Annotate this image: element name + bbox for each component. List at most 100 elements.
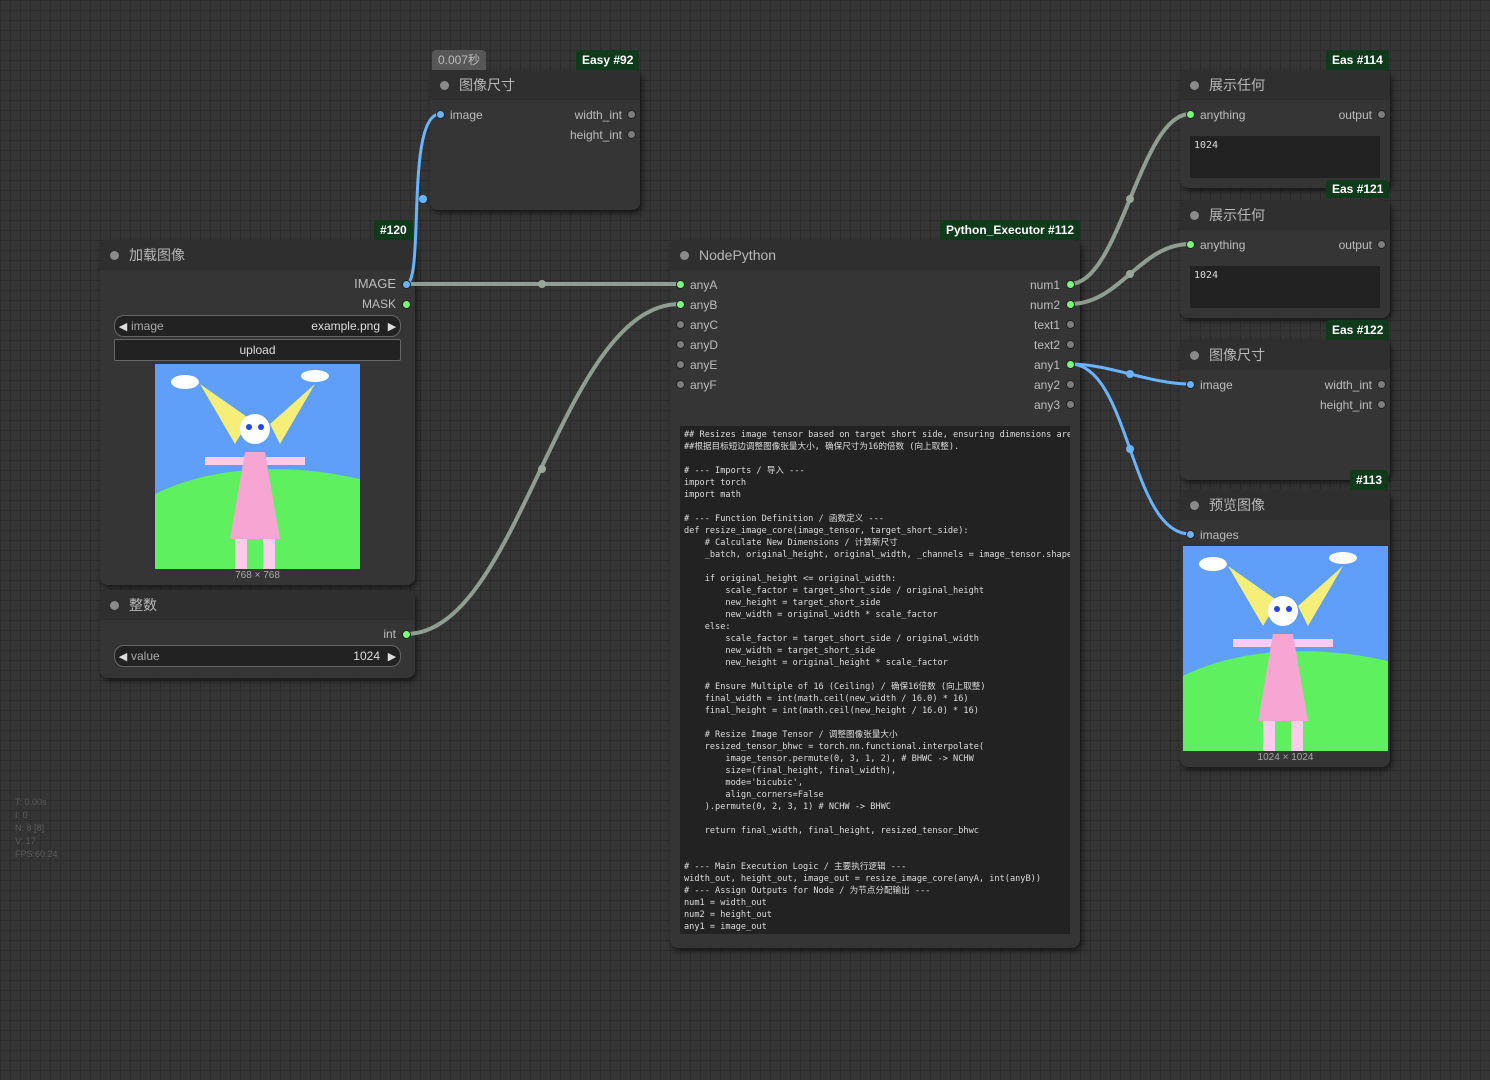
image-combo-widget[interactable]: ◀ image example.png ▶ [114, 315, 401, 337]
input-image-label: image [450, 108, 483, 122]
output-slot-dot[interactable] [402, 300, 411, 309]
stat-i: I: 0 [15, 810, 28, 820]
output-slot-dot[interactable] [1066, 340, 1075, 349]
output-slot-dot[interactable] [402, 630, 411, 639]
output-num1-label: num1 [1029, 278, 1060, 292]
node-title[interactable]: 加载图像 [100, 240, 415, 270]
output-slot-dot[interactable] [1377, 110, 1386, 119]
input-images-label: images [1200, 528, 1239, 542]
output-label: output [1338, 108, 1372, 122]
node-title[interactable]: 整数 [100, 590, 415, 620]
output-slot-dot[interactable] [1066, 400, 1075, 409]
node-title[interactable]: 展示任何 [1180, 200, 1390, 230]
output-slot-dot[interactable] [1066, 280, 1075, 289]
collapse-dot[interactable] [1190, 500, 1199, 510]
node-badge-113: #113 [1350, 470, 1389, 490]
display-text-area[interactable]: 1024 [1190, 136, 1380, 178]
stat-fps: FPS:60.24 [15, 849, 58, 859]
wire-any1-to-preview113 [1069, 362, 1191, 536]
output-width-label: width_int [574, 108, 622, 122]
input-slot-dot[interactable] [436, 110, 445, 119]
stat-time: T: 0.00s [15, 797, 47, 807]
output-any3-label: any3 [1033, 398, 1060, 412]
output-slot-dot[interactable] [627, 110, 636, 119]
preview-size-caption: 1024 × 1024 [1257, 752, 1314, 763]
arrow-right-icon[interactable]: ▶ [384, 650, 400, 663]
output-slot-dot[interactable] [1066, 320, 1075, 329]
output-width-label: width_int [1324, 378, 1372, 392]
input-slot-dot[interactable] [1186, 530, 1195, 539]
input-slot-dot[interactable] [1186, 110, 1195, 119]
collapse-dot[interactable] [110, 250, 119, 260]
input-slot-dot[interactable] [676, 320, 685, 329]
collapse-dot[interactable] [1190, 80, 1199, 90]
output-int-label: int [383, 627, 396, 641]
node-title[interactable]: 展示任何 [1180, 70, 1390, 100]
input-slot-dot[interactable] [676, 340, 685, 349]
wire-num2-to-show121 [1069, 242, 1191, 306]
output-mask-label: MASK [361, 297, 396, 311]
stat-v: V: 17 [15, 836, 36, 846]
output-any2-label: any2 [1033, 378, 1060, 392]
input-slot-dot[interactable] [676, 300, 685, 309]
node-title[interactable]: NodePython [670, 240, 1080, 270]
value-number-widget[interactable]: ◀ value 1024 ▶ [114, 645, 401, 667]
wire-num1-to-show114 [1069, 112, 1191, 286]
collapse-dot[interactable] [680, 250, 689, 260]
arrow-left-icon[interactable]: ◀ [115, 650, 131, 663]
input-anyB-label: anyB [690, 298, 718, 312]
input-anything-label: anything [1200, 238, 1246, 252]
node-title[interactable]: 图像尺寸 [1180, 340, 1390, 370]
collapse-dot[interactable] [1190, 350, 1199, 360]
input-slot-dot[interactable] [676, 280, 685, 289]
wire-int-to-anyB [405, 302, 681, 636]
node-title[interactable]: 图像尺寸 [430, 70, 640, 100]
node-badge-122: Eas #122 [1326, 320, 1390, 340]
input-slot-dot[interactable] [1186, 380, 1195, 389]
node-badge-120: #120 [374, 220, 413, 240]
collapse-dot[interactable] [440, 80, 449, 90]
output-height-label: height_int [569, 128, 622, 142]
output-height-label: height_int [1319, 398, 1372, 412]
output-slot-dot[interactable] [1377, 380, 1386, 389]
output-text2-label: text2 [1033, 338, 1060, 352]
canvas-stats: T: 0.00s I: 0 N: 8 [8] V: 17 FPS:60.24 [15, 796, 58, 861]
input-slot-dot[interactable] [676, 360, 685, 369]
output-text1-label: text1 [1033, 318, 1060, 332]
collapse-dot[interactable] [110, 600, 119, 610]
node-badge-121: Eas #121 [1326, 180, 1390, 198]
python-code-editor[interactable]: ## Resizes image tensor based on target … [680, 426, 1070, 934]
output-slot-dot[interactable] [1066, 380, 1075, 389]
image-thumbnail [155, 364, 360, 569]
output-slot-dot[interactable] [627, 130, 636, 139]
display-text-area[interactable]: 1024 [1190, 266, 1380, 308]
node-title[interactable]: 预览图像 [1180, 490, 1390, 520]
input-slot-dot[interactable] [1186, 240, 1195, 249]
collapse-dot[interactable] [1190, 210, 1199, 220]
output-any1-label: any1 [1033, 358, 1060, 372]
input-anyF-label: anyF [690, 378, 717, 392]
output-slot-dot[interactable] [1066, 300, 1075, 309]
preview-image [1183, 546, 1388, 751]
input-anything-label: anything [1200, 108, 1246, 122]
input-anyA-label: anyA [690, 278, 718, 292]
node-badge-92: Easy #92 [576, 50, 640, 70]
output-slot-dot[interactable] [1066, 360, 1075, 369]
output-label: output [1338, 238, 1372, 252]
input-anyE-label: anyE [690, 358, 718, 372]
node-badge-112: Python_Executor #112 [940, 220, 1081, 240]
upload-button[interactable]: upload [114, 339, 401, 361]
output-image-label: IMAGE [354, 276, 396, 291]
timing-tag: 0.007秒 [432, 50, 487, 70]
output-slot-dot[interactable] [1377, 400, 1386, 409]
input-anyC-label: anyC [690, 318, 719, 332]
input-slot-dot[interactable] [676, 380, 685, 389]
image-size-caption: 768 × 768 [235, 570, 280, 581]
output-slot-dot[interactable] [402, 280, 411, 289]
node-badge-114: Eas #114 [1326, 50, 1389, 70]
arrow-right-icon[interactable]: ▶ [384, 320, 400, 333]
input-image-label: image [1200, 378, 1233, 392]
input-anyD-label: anyD [690, 338, 719, 352]
output-slot-dot[interactable] [1377, 240, 1386, 249]
arrow-left-icon[interactable]: ◀ [115, 320, 131, 333]
